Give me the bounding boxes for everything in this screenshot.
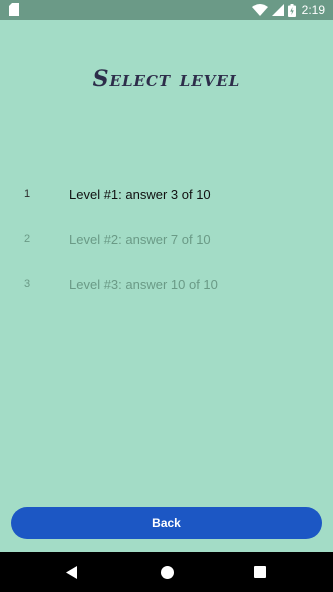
nav-home-button[interactable] — [157, 562, 177, 582]
signal-icon — [271, 4, 284, 16]
page-title: Select level — [92, 66, 241, 92]
level-item-1[interactable]: 1 Level #1: answer 3 of 10 — [0, 180, 333, 225]
level-label: Level #3: answer 10 of 10 — [69, 277, 218, 292]
battery-charging-icon — [287, 3, 296, 17]
level-item-2[interactable]: 2 Level #2: answer 7 of 10 — [0, 225, 333, 270]
status-icons: 2:19 — [251, 0, 325, 20]
nav-back-button[interactable] — [62, 562, 82, 582]
status-time: 2:19 — [301, 3, 325, 17]
nav-recents-button[interactable] — [250, 562, 270, 582]
recents-square-icon — [254, 566, 266, 578]
level-label: Level #2: answer 7 of 10 — [69, 232, 211, 247]
sd-card-icon — [9, 3, 19, 16]
back-triangle-icon — [66, 565, 77, 579]
level-item-3[interactable]: 3 Level #3: answer 10 of 10 — [0, 270, 333, 315]
back-button[interactable]: Back — [11, 507, 322, 539]
system-nav-bar — [0, 552, 333, 592]
status-bar: 2:19 — [0, 0, 333, 20]
level-number: 3 — [24, 278, 31, 290]
level-label: Level #1: answer 3 of 10 — [69, 187, 211, 202]
home-circle-icon — [160, 565, 174, 579]
level-number: 2 — [24, 233, 31, 245]
level-number: 1 — [24, 188, 31, 200]
wifi-icon — [251, 4, 268, 16]
level-list: 1 Level #1: answer 3 of 10 2 Level #2: a… — [0, 180, 333, 315]
